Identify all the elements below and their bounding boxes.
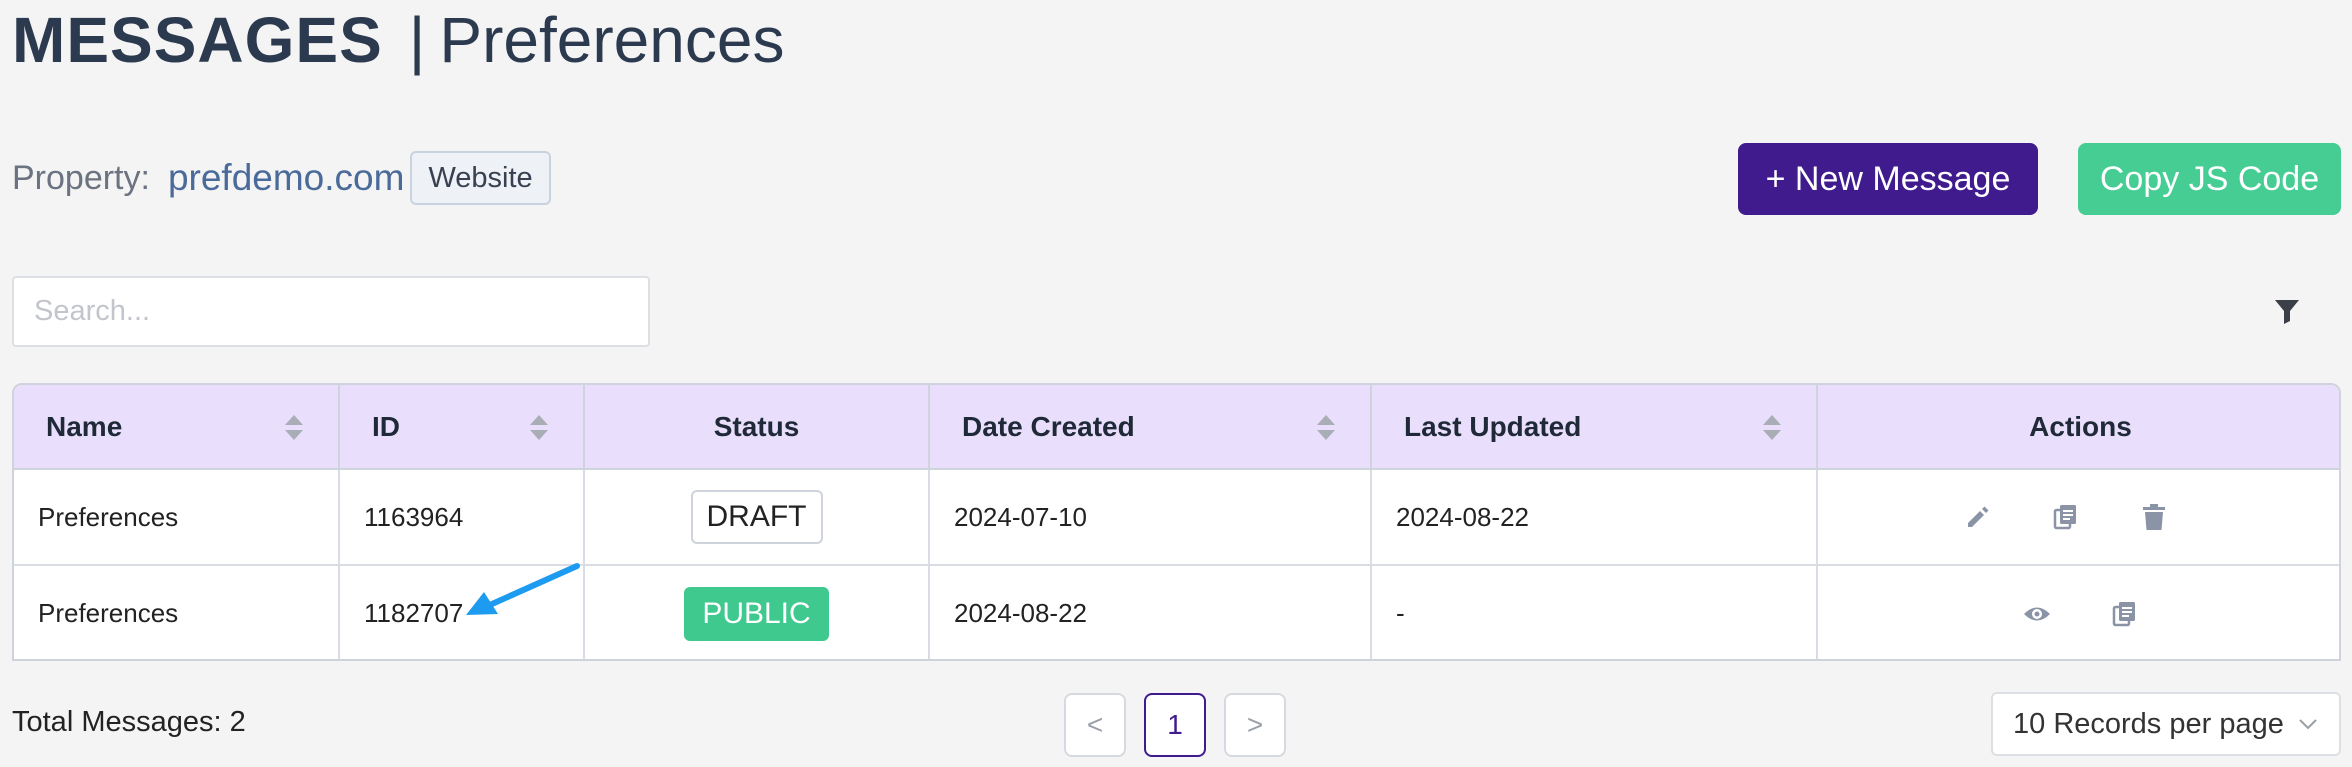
title-separator: |: [408, 4, 426, 76]
cell-actions: [1817, 469, 2339, 566]
status-badge-draft: DRAFT: [690, 490, 823, 544]
sort-last-updated-icon[interactable]: [1762, 415, 1782, 441]
total-messages: Total Messages: 2: [12, 706, 246, 738]
property-label: Property:: [12, 158, 150, 197]
page-1-button[interactable]: 1: [1144, 693, 1206, 757]
delete-icon[interactable]: [2139, 502, 2169, 532]
page-title: MESSAGES | Preferences: [12, 4, 784, 76]
status-badge-public: PUBLIC: [684, 586, 829, 641]
column-header-status: Status: [584, 385, 930, 470]
prev-page-button[interactable]: <: [1064, 693, 1126, 757]
cell-last-updated: -: [1371, 565, 1818, 659]
column-header-last-updated[interactable]: Last Updated: [1371, 385, 1818, 470]
column-header-id[interactable]: ID: [339, 385, 585, 470]
cell-last-updated: 2024-08-22: [1371, 469, 1818, 566]
search-input[interactable]: [12, 276, 650, 347]
chevron-down-icon: [2299, 719, 2317, 730]
cell-name: Preferences: [14, 469, 340, 566]
table-header-row: Name ID Status Date Created Last Updated…: [14, 385, 2339, 470]
cell-date-created: 2024-08-22: [929, 565, 1372, 659]
page-title-sub: Preferences: [439, 4, 785, 76]
sort-date-created-icon[interactable]: [1316, 415, 1336, 441]
sort-id-icon[interactable]: [529, 415, 549, 441]
property-type-badge: Website: [410, 151, 551, 205]
property-info: Property: prefdemo.com Website: [12, 151, 551, 205]
column-header-actions: Actions: [1817, 385, 2339, 470]
cell-id: 1163964: [339, 469, 585, 566]
new-message-button[interactable]: + New Message: [1738, 143, 2038, 215]
cell-actions: [1817, 565, 2339, 659]
messages-page: MESSAGES | Preferences Property: prefdemo.…: [0, 0, 2352, 767]
copy-icon[interactable]: [2110, 599, 2140, 629]
property-value: prefdemo.com: [167, 157, 405, 198]
table-row: Preferences 1163964 DRAFT 2024-07-10 202…: [14, 469, 2339, 566]
edit-icon[interactable]: [1963, 502, 1993, 532]
cell-status: PUBLIC: [584, 565, 930, 659]
records-per-page-value: 10 Records per page: [2013, 707, 2284, 740]
view-icon[interactable]: [2022, 599, 2052, 629]
copy-js-code-button[interactable]: Copy JS Code: [2078, 143, 2341, 215]
table-row: Preferences 1182707 PUBLIC 2024-08-22 -: [14, 565, 2339, 659]
next-page-button[interactable]: >: [1224, 693, 1286, 757]
page-title-main: MESSAGES: [12, 4, 383, 76]
column-header-date-created[interactable]: Date Created: [929, 385, 1372, 470]
messages-table: Name ID Status Date Created Last Updated…: [12, 383, 2341, 661]
annotation-arrow-icon: [466, 563, 580, 615]
sort-name-icon[interactable]: [284, 415, 304, 441]
filter-icon[interactable]: [2272, 296, 2302, 326]
cell-name: Preferences: [14, 565, 340, 659]
cell-status: DRAFT: [584, 469, 930, 566]
column-header-name[interactable]: Name: [14, 385, 340, 470]
copy-icon[interactable]: [2051, 502, 2081, 532]
records-per-page-select[interactable]: 10 Records per page: [1991, 692, 2341, 756]
cell-date-created: 2024-07-10: [929, 469, 1372, 566]
pagination: < 1 >: [1064, 693, 1286, 757]
